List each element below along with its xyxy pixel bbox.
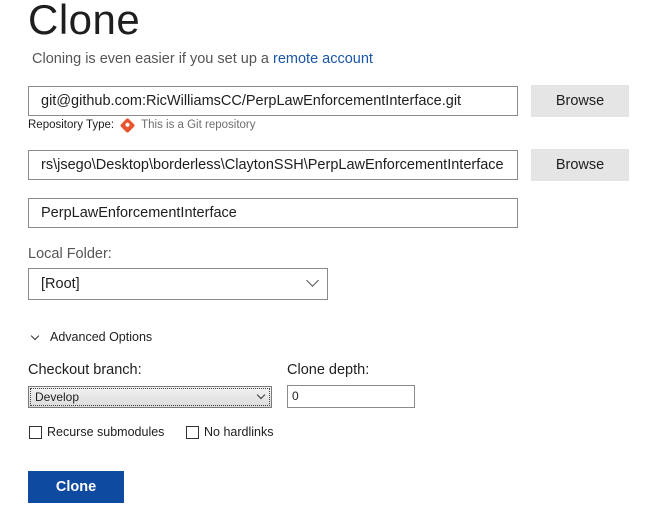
browse-path-button[interactable]: Browse (531, 149, 629, 181)
repository-url-input[interactable]: git@github.com:RicWilliamsCC/PerpLawEnfo… (28, 86, 518, 116)
checkout-branch-value: Develop (35, 390, 80, 404)
repository-type: Repository Type: This is a Git repositor… (28, 117, 256, 133)
chevron-down-icon (306, 274, 319, 287)
browse-repository-button[interactable]: Browse (531, 85, 629, 117)
local-folder-dropdown[interactable]: [Root] (28, 268, 328, 300)
repository-type-value: This is a Git repository (141, 119, 256, 131)
advanced-options-label: Advanced Options (50, 330, 153, 344)
chevron-down-icon (256, 390, 266, 400)
checkout-branch-label: Checkout branch: (28, 362, 142, 378)
page-title: Clone (28, 0, 141, 43)
recurse-submodules-checkbox[interactable]: Recurse submodules (29, 425, 164, 439)
clone-depth-input[interactable]: 0 (287, 385, 415, 408)
subtitle-text: Cloning is even easier if you set up a (32, 51, 269, 67)
subtitle: Cloning is even easier if you set up a r… (32, 51, 373, 67)
no-hardlinks-label: No hardlinks (204, 425, 274, 439)
local-folder-value: [Root] (41, 276, 80, 292)
clone-button[interactable]: Clone (28, 471, 124, 503)
git-icon (119, 117, 136, 133)
remote-account-link[interactable]: remote account (273, 51, 373, 67)
local-folder-label: Local Folder: (28, 246, 112, 262)
checkbox-icon[interactable] (29, 425, 42, 439)
clone-path-input[interactable]: rs\jsego\Desktop\borderless\ClaytonSSH\P… (28, 150, 518, 180)
repository-name-input[interactable]: PerpLawEnforcementInterface (28, 198, 518, 228)
checkbox-icon[interactable] (186, 425, 199, 439)
repository-type-label: Repository Type: (28, 119, 115, 131)
recurse-submodules-label: Recurse submodules (47, 425, 165, 439)
chevron-down-icon (30, 331, 40, 340)
no-hardlinks-checkbox[interactable]: No hardlinks (186, 425, 273, 439)
clone-depth-label: Clone depth: (287, 362, 370, 378)
advanced-options-toggle[interactable]: Advanced Options (30, 330, 153, 344)
checkout-branch-select[interactable]: Develop (28, 386, 272, 408)
